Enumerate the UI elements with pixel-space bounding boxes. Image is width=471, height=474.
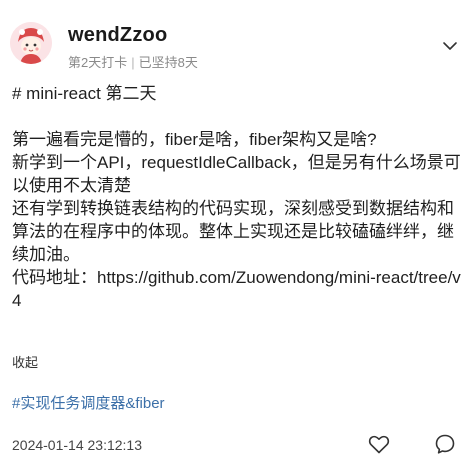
streak-count: 已坚持8天 [138,55,198,70]
avatar[interactable] [10,22,52,64]
checkin-day: 第2天打卡 [68,55,128,70]
post-paragraph: 还有学到转换链表结构的代码实现，深刻感受到数据结构和算法的在程序中的体现。整体上… [12,199,454,264]
heart-icon[interactable] [367,432,391,456]
post-title: # mini-react 第二天 [12,84,157,103]
meta-separator: | [131,55,135,70]
chevron-down-icon[interactable] [440,36,460,56]
collapse-button[interactable]: 收起 [12,352,38,371]
post-content: # mini-react 第二天 第一遍看完是懵的，fiber是啥，fiber架… [12,82,464,312]
username[interactable]: wendZzoo [68,24,167,47]
post-link-paragraph[interactable]: 代码地址：https://github.com/Zuowendong/mini-… [12,266,464,312]
topic-tag[interactable]: #实现任务调度器&fiber [12,392,165,413]
comment-icon[interactable] [433,432,457,456]
post-meta: 第2天打卡 | 已坚持8天 [68,52,198,71]
post-paragraph: 第一遍看完是懵的，fiber是啥，fiber架构又是啥? [12,130,377,149]
post-timestamp: 2024-01-14 23:12:13 [12,437,142,453]
post-paragraph: 新学到一个API，requestIdleCallback，但是另有什么场景可以使… [12,153,461,195]
post-header: wendZzoo 第2天打卡 | 已坚持8天 [0,0,471,80]
